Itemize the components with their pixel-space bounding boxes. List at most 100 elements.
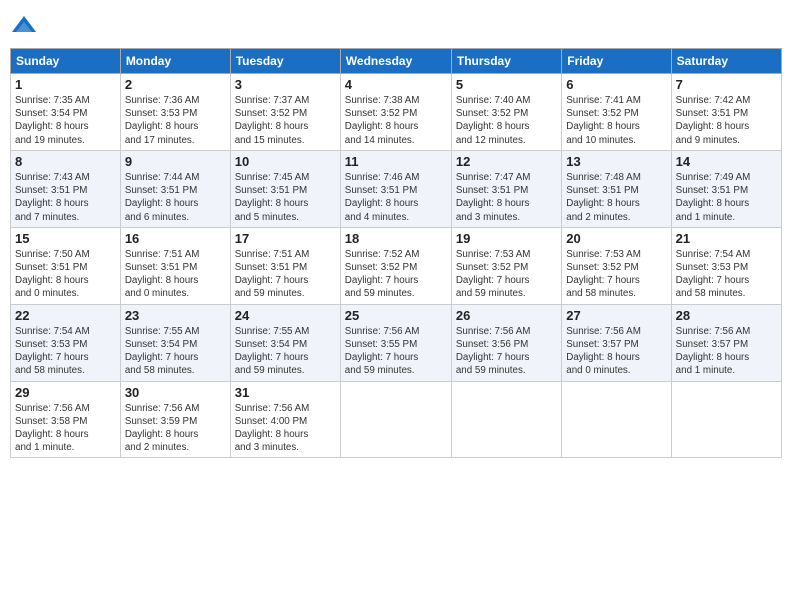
day-number: 7 bbox=[676, 77, 777, 92]
day-info: Sunrise: 7:40 AMSunset: 3:52 PMDaylight:… bbox=[456, 94, 557, 147]
calendar-cell: 29 Sunrise: 7:56 AMSunset: 3:58 PMDayligh… bbox=[11, 381, 121, 458]
calendar-cell: 22 Sunrise: 7:54 AMSunset: 3:53 PMDayligh… bbox=[11, 304, 121, 381]
day-number: 16 bbox=[125, 231, 226, 246]
logo-icon bbox=[10, 14, 38, 42]
day-info: Sunrise: 7:45 AMSunset: 3:51 PMDaylight:… bbox=[235, 171, 336, 224]
day-info: Sunrise: 7:44 AMSunset: 3:51 PMDaylight:… bbox=[125, 171, 226, 224]
calendar-cell: 18 Sunrise: 7:52 AMSunset: 3:52 PMDayligh… bbox=[340, 227, 451, 304]
calendar-cell bbox=[671, 381, 781, 458]
calendar-cell: 16Sunrise: 7:51 AMSunset: 3:51 PMDayligh… bbox=[120, 227, 230, 304]
header-monday: Monday bbox=[120, 49, 230, 74]
day-info: Sunrise: 7:35 AMSunset: 3:54 PMDaylight:… bbox=[15, 94, 116, 147]
header-saturday: Saturday bbox=[671, 49, 781, 74]
day-number: 31 bbox=[235, 385, 336, 400]
day-info: Sunrise: 7:36 AMSunset: 3:53 PMDaylight:… bbox=[125, 94, 226, 147]
logo bbox=[10, 14, 42, 42]
day-number: 12 bbox=[456, 154, 557, 169]
day-number: 22 bbox=[15, 308, 116, 323]
day-number: 18 bbox=[345, 231, 447, 246]
day-info: Sunrise: 7:53 AMSunset: 3:52 PMDaylight:… bbox=[456, 248, 557, 301]
header-thursday: Thursday bbox=[451, 49, 561, 74]
day-info: Sunrise: 7:50 AMSunset: 3:51 PMDaylight:… bbox=[15, 248, 116, 301]
calendar-cell bbox=[562, 381, 671, 458]
calendar-cell: 25 Sunrise: 7:56 AMSunset: 3:55 PMDayligh… bbox=[340, 304, 451, 381]
day-number: 2 bbox=[125, 77, 226, 92]
day-info: Sunrise: 7:38 AMSunset: 3:52 PMDaylight:… bbox=[345, 94, 447, 147]
day-info: Sunrise: 7:51 AMSunset: 3:51 PMDaylight:… bbox=[235, 248, 336, 301]
day-number: 29 bbox=[15, 385, 116, 400]
header-friday: Friday bbox=[562, 49, 671, 74]
week-row-5: 29 Sunrise: 7:56 AMSunset: 3:58 PMDayligh… bbox=[11, 381, 782, 458]
day-number: 10 bbox=[235, 154, 336, 169]
day-number: 25 bbox=[345, 308, 447, 323]
day-info: Sunrise: 7:56 AMSunset: 4:00 PMDaylight:… bbox=[235, 402, 336, 455]
week-row-1: 1 Sunrise: 7:35 AMSunset: 3:54 PMDaylight… bbox=[11, 74, 782, 151]
calendar-cell: 11Sunrise: 7:46 AMSunset: 3:51 PMDayligh… bbox=[340, 150, 451, 227]
day-info: Sunrise: 7:54 AMSunset: 3:53 PMDaylight:… bbox=[676, 248, 777, 301]
header-wednesday: Wednesday bbox=[340, 49, 451, 74]
day-info: Sunrise: 7:47 AMSunset: 3:51 PMDaylight:… bbox=[456, 171, 557, 224]
calendar-cell: 1 Sunrise: 7:35 AMSunset: 3:54 PMDaylight… bbox=[11, 74, 121, 151]
day-info: Sunrise: 7:56 AMSunset: 3:57 PMDaylight:… bbox=[676, 325, 777, 378]
day-info: Sunrise: 7:56 AMSunset: 3:55 PMDaylight:… bbox=[345, 325, 447, 378]
calendar-cell: 13 Sunrise: 7:48 AMSunset: 3:51 PMDayligh… bbox=[562, 150, 671, 227]
day-info: Sunrise: 7:42 AMSunset: 3:51 PMDaylight:… bbox=[676, 94, 777, 147]
day-info: Sunrise: 7:52 AMSunset: 3:52 PMDaylight:… bbox=[345, 248, 447, 301]
day-info: Sunrise: 7:56 AMSunset: 3:59 PMDaylight:… bbox=[125, 402, 226, 455]
day-number: 19 bbox=[456, 231, 557, 246]
calendar-cell: 31 Sunrise: 7:56 AMSunset: 4:00 PMDayligh… bbox=[230, 381, 340, 458]
calendar-cell: 3 Sunrise: 7:37 AMSunset: 3:52 PMDaylight… bbox=[230, 74, 340, 151]
calendar-cell: 7 Sunrise: 7:42 AMSunset: 3:51 PMDaylight… bbox=[671, 74, 781, 151]
day-info: Sunrise: 7:55 AMSunset: 3:54 PMDaylight:… bbox=[125, 325, 226, 378]
calendar-cell: 5Sunrise: 7:40 AMSunset: 3:52 PMDaylight… bbox=[451, 74, 561, 151]
day-number: 30 bbox=[125, 385, 226, 400]
calendar-cell: 30 Sunrise: 7:56 AMSunset: 3:59 PMDayligh… bbox=[120, 381, 230, 458]
week-row-3: 15 Sunrise: 7:50 AMSunset: 3:51 PMDayligh… bbox=[11, 227, 782, 304]
calendar-cell: 23 Sunrise: 7:55 AMSunset: 3:54 PMDayligh… bbox=[120, 304, 230, 381]
day-info: Sunrise: 7:56 AMSunset: 3:56 PMDaylight:… bbox=[456, 325, 557, 378]
calendar-cell: 20Sunrise: 7:53 AMSunset: 3:52 PMDayligh… bbox=[562, 227, 671, 304]
calendar-header-row: SundayMondayTuesdayWednesdayThursdayFrid… bbox=[11, 49, 782, 74]
calendar-cell: 2 Sunrise: 7:36 AMSunset: 3:53 PMDaylight… bbox=[120, 74, 230, 151]
calendar-cell bbox=[451, 381, 561, 458]
day-number: 15 bbox=[15, 231, 116, 246]
calendar-cell: 24 Sunrise: 7:55 AMSunset: 3:54 PMDayligh… bbox=[230, 304, 340, 381]
day-info: Sunrise: 7:56 AMSunset: 3:58 PMDaylight:… bbox=[15, 402, 116, 455]
calendar-cell: 27Sunrise: 7:56 AMSunset: 3:57 PMDayligh… bbox=[562, 304, 671, 381]
day-number: 3 bbox=[235, 77, 336, 92]
calendar-cell: 17 Sunrise: 7:51 AMSunset: 3:51 PMDayligh… bbox=[230, 227, 340, 304]
day-number: 14 bbox=[676, 154, 777, 169]
calendar-cell: 26 Sunrise: 7:56 AMSunset: 3:56 PMDayligh… bbox=[451, 304, 561, 381]
calendar-cell: 10 Sunrise: 7:45 AMSunset: 3:51 PMDayligh… bbox=[230, 150, 340, 227]
day-info: Sunrise: 7:43 AMSunset: 3:51 PMDaylight:… bbox=[15, 171, 116, 224]
day-number: 13 bbox=[566, 154, 666, 169]
day-info: Sunrise: 7:48 AMSunset: 3:51 PMDaylight:… bbox=[566, 171, 666, 224]
week-row-2: 8Sunrise: 7:43 AMSunset: 3:51 PMDaylight… bbox=[11, 150, 782, 227]
day-number: 24 bbox=[235, 308, 336, 323]
week-row-4: 22 Sunrise: 7:54 AMSunset: 3:53 PMDayligh… bbox=[11, 304, 782, 381]
day-number: 17 bbox=[235, 231, 336, 246]
calendar-cell: 6Sunrise: 7:41 AMSunset: 3:52 PMDaylight… bbox=[562, 74, 671, 151]
day-number: 1 bbox=[15, 77, 116, 92]
header-tuesday: Tuesday bbox=[230, 49, 340, 74]
day-number: 23 bbox=[125, 308, 226, 323]
day-number: 26 bbox=[456, 308, 557, 323]
calendar-cell: 8Sunrise: 7:43 AMSunset: 3:51 PMDaylight… bbox=[11, 150, 121, 227]
day-info: Sunrise: 7:49 AMSunset: 3:51 PMDaylight:… bbox=[676, 171, 777, 224]
calendar-cell: 4Sunrise: 7:38 AMSunset: 3:52 PMDaylight… bbox=[340, 74, 451, 151]
day-info: Sunrise: 7:37 AMSunset: 3:52 PMDaylight:… bbox=[235, 94, 336, 147]
day-number: 27 bbox=[566, 308, 666, 323]
day-number: 21 bbox=[676, 231, 777, 246]
day-number: 20 bbox=[566, 231, 666, 246]
calendar-cell: 12 Sunrise: 7:47 AMSunset: 3:51 PMDayligh… bbox=[451, 150, 561, 227]
calendar-cell: 9 Sunrise: 7:44 AMSunset: 3:51 PMDaylight… bbox=[120, 150, 230, 227]
calendar-cell: 28 Sunrise: 7:56 AMSunset: 3:57 PMDayligh… bbox=[671, 304, 781, 381]
calendar-cell: 15 Sunrise: 7:50 AMSunset: 3:51 PMDayligh… bbox=[11, 227, 121, 304]
calendar-cell: 14 Sunrise: 7:49 AMSunset: 3:51 PMDayligh… bbox=[671, 150, 781, 227]
header-sunday: Sunday bbox=[11, 49, 121, 74]
calendar-cell: 21 Sunrise: 7:54 AMSunset: 3:53 PMDayligh… bbox=[671, 227, 781, 304]
day-number: 9 bbox=[125, 154, 226, 169]
day-number: 28 bbox=[676, 308, 777, 323]
day-info: Sunrise: 7:54 AMSunset: 3:53 PMDaylight:… bbox=[15, 325, 116, 378]
day-info: Sunrise: 7:55 AMSunset: 3:54 PMDaylight:… bbox=[235, 325, 336, 378]
